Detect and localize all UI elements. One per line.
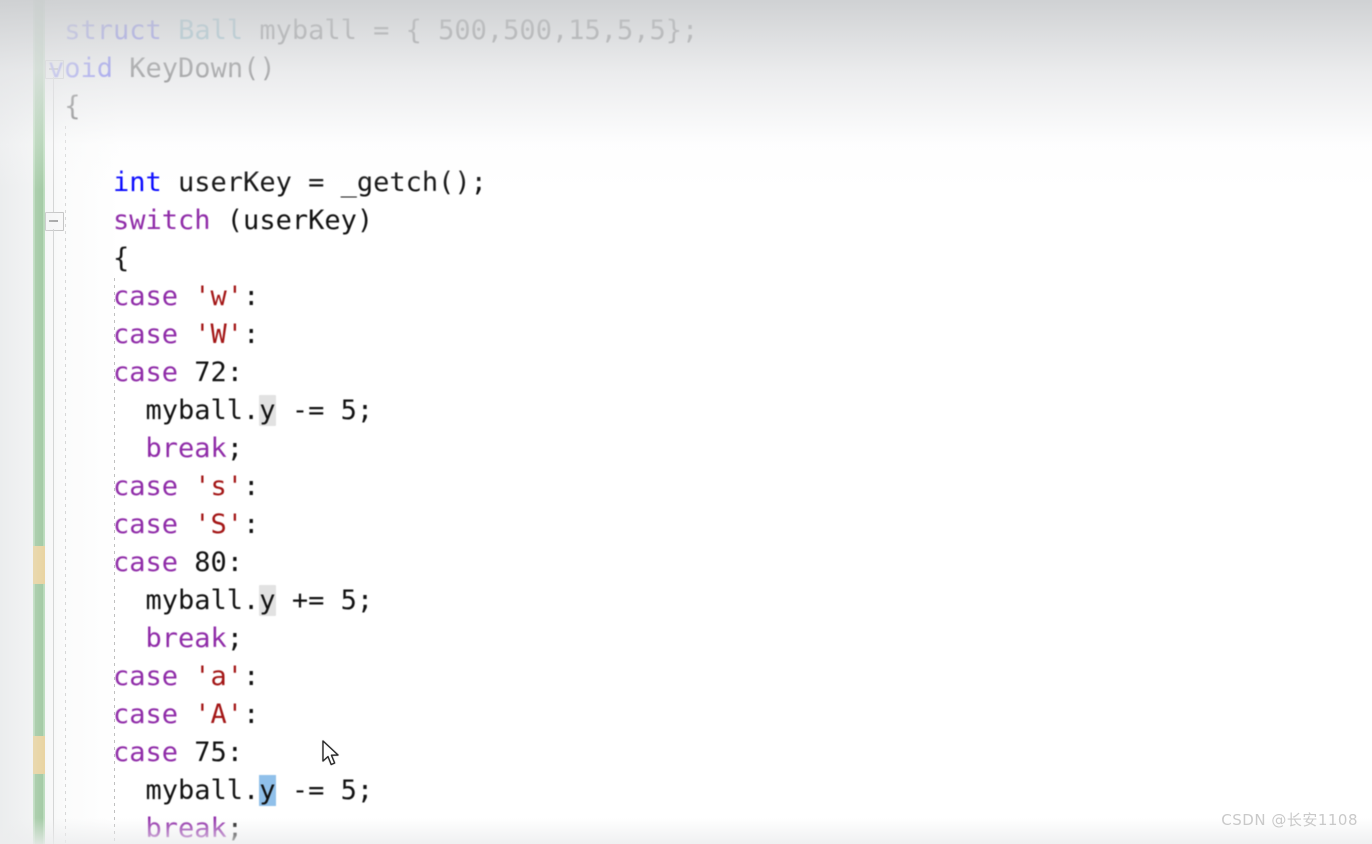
code-line[interactable]: case 'W': (0, 316, 1372, 354)
code-line[interactable]: myball.y -= 5; (0, 772, 1372, 810)
code-token: myball = { 500,500,15,5,5}; (243, 15, 699, 46)
code-token: Ball (178, 15, 244, 46)
code-token: : (243, 509, 260, 540)
code-text-area[interactable]: struct Ball myball = { 500,500,15,5,5}; v… (0, 0, 1372, 844)
code-line[interactable]: myball.y -= 5; (0, 392, 1372, 430)
code-token: break (145, 813, 227, 844)
code-token: case (113, 509, 179, 540)
code-token: 80: (178, 547, 244, 578)
code-token: += 5; (275, 585, 374, 616)
editor-window: 2345678901234567890123 struct Ball mybal… (0, 0, 1372, 844)
code-token: case (113, 319, 179, 350)
code-token: y (259, 585, 276, 616)
code-token: case (113, 547, 179, 578)
code-token: break (145, 433, 227, 464)
code-line[interactable]: break; (0, 430, 1372, 468)
code-token: KeyDown() (113, 53, 276, 84)
code-token: 'W' (194, 319, 244, 350)
arrow-pointer-icon (322, 740, 339, 766)
code-line[interactable]: case 72: (0, 354, 1372, 392)
code-token: void (48, 53, 114, 84)
code-token: case (113, 357, 179, 388)
code-token: 75: (178, 737, 244, 768)
code-line[interactable]: case 's': (0, 468, 1372, 506)
code-token: switch (113, 205, 211, 236)
code-token: ; (226, 623, 244, 654)
code-token: break (145, 623, 227, 654)
code-token: struct (64, 15, 162, 46)
code-line[interactable] (0, 126, 1372, 164)
code-line[interactable]: case 75: (0, 734, 1372, 772)
code-line[interactable]: case 'S': (0, 506, 1372, 544)
code-token: (userKey) (210, 205, 374, 236)
code-token: myball. (145, 585, 260, 616)
code-line[interactable]: switch (userKey) (0, 202, 1372, 240)
code-token: myball. (145, 395, 260, 426)
code-token: case (113, 471, 179, 502)
code-token: -= 5; (275, 775, 374, 806)
code-token: : (243, 281, 260, 312)
code-token: 72: (178, 357, 244, 388)
code-token: y (259, 395, 276, 426)
code-token: : (243, 699, 260, 730)
csdn-watermark: CSDN @长安1108 (1221, 811, 1358, 829)
code-token: : (243, 661, 260, 692)
code-token: 'a' (194, 661, 244, 692)
code-line[interactable]: struct Ball myball = { 500,500,15,5,5}; (0, 12, 1372, 50)
code-line[interactable]: case 80: (0, 544, 1372, 582)
code-token: : (243, 319, 260, 350)
code-line[interactable]: case 'A': (0, 696, 1372, 734)
code-token: myball. (145, 775, 260, 806)
code-token: 'w' (194, 281, 244, 312)
code-token: -= 5; (275, 395, 374, 426)
code-token: int (113, 167, 162, 198)
code-token: ; (226, 433, 244, 464)
code-token: case (113, 281, 179, 312)
code-token: { (113, 243, 130, 274)
code-token: : (243, 471, 260, 502)
code-line[interactable]: break; (0, 620, 1372, 658)
code-line[interactable]: break; (0, 810, 1372, 844)
code-line[interactable]: int userKey = _getch(); (0, 164, 1372, 202)
code-line[interactable]: { (0, 240, 1372, 278)
code-token: 'A' (194, 699, 244, 730)
code-line[interactable]: void KeyDown() (0, 50, 1372, 88)
code-token: userKey = _getch(); (161, 167, 487, 198)
code-line[interactable]: case 'a': (0, 658, 1372, 696)
code-line[interactable]: myball.y += 5; (0, 582, 1372, 620)
code-token: { (64, 91, 81, 122)
code-token: case (113, 661, 179, 692)
code-line[interactable]: { (0, 88, 1372, 126)
code-token: y (259, 775, 276, 806)
code-line[interactable]: case 'w': (0, 278, 1372, 316)
code-token: 'S' (194, 509, 244, 540)
code-token: case (113, 737, 179, 768)
code-token: 's' (194, 471, 244, 502)
code-token: case (113, 699, 179, 730)
code-token: ; (226, 813, 244, 844)
